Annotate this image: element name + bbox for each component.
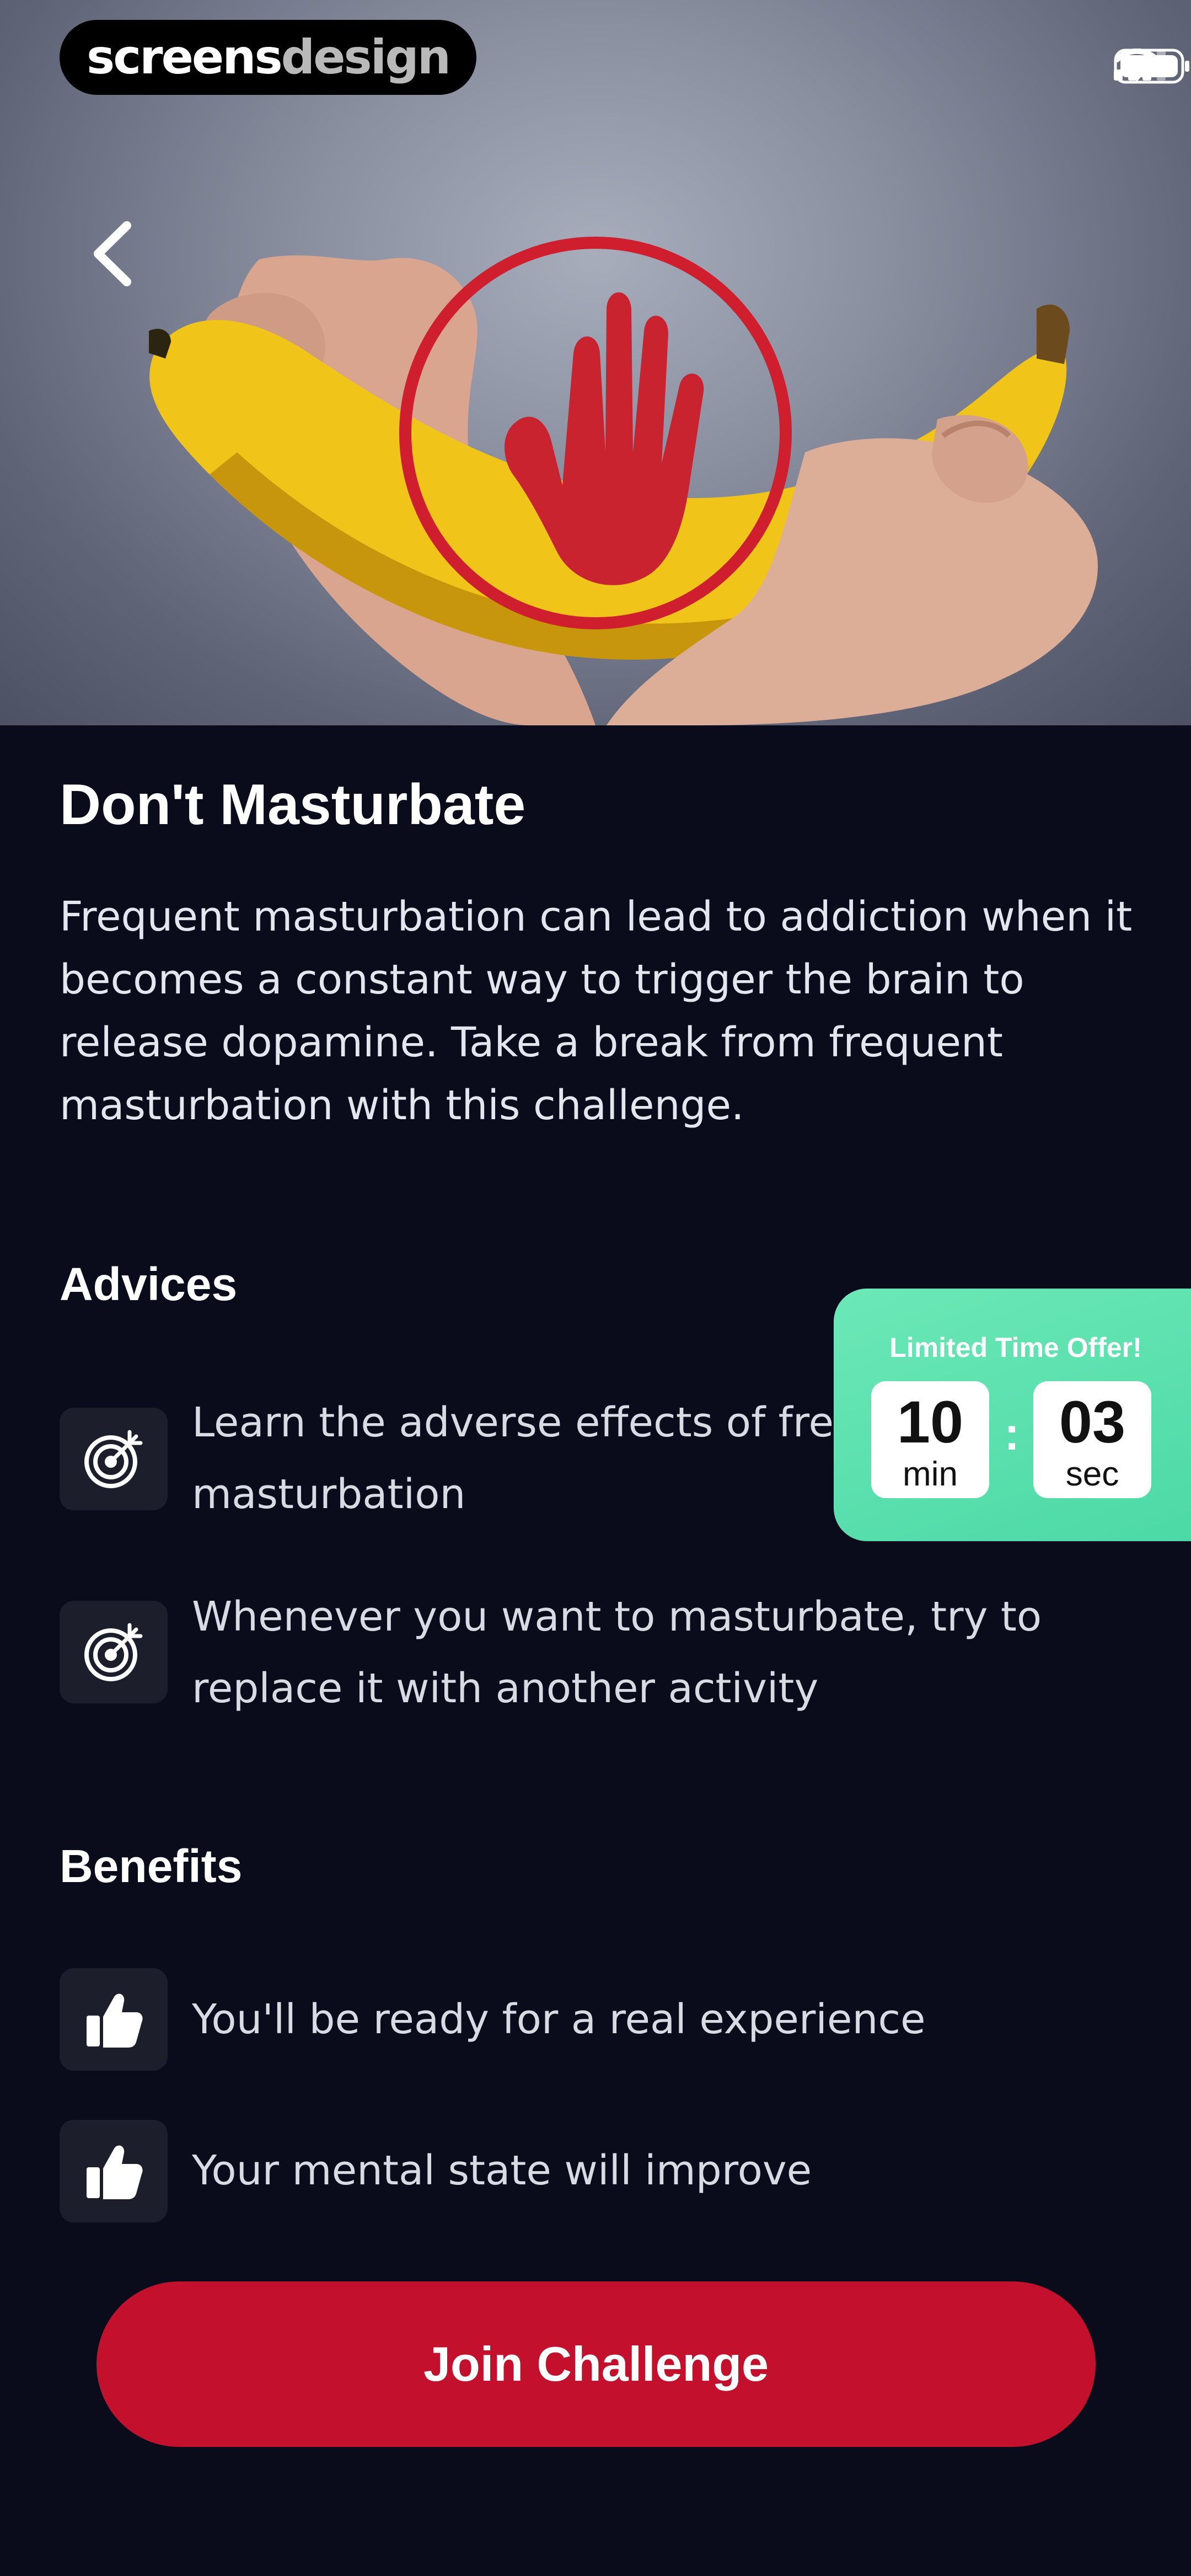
brand-logo: screens design (60, 20, 476, 95)
seconds-box: 03 sec (1033, 1381, 1151, 1498)
advices-title: Advices (60, 1258, 238, 1310)
join-challenge-button[interactable]: Join Challenge (96, 2281, 1096, 2447)
hero-image: screens design (0, 0, 1191, 725)
advice-icon-box (60, 1408, 168, 1510)
benefit-item-text: Your mental state will improve (192, 2147, 812, 2194)
minutes-box: 10 min (871, 1381, 989, 1498)
limited-offer-banner[interactable]: Limited Time Offer! 10 min : 03 sec (834, 1289, 1191, 1541)
seconds-value: 03 (1059, 1388, 1126, 1455)
benefits-title: Benefits (60, 1840, 243, 1892)
challenge-description: Frequent masturbation can lead to addict… (60, 893, 1133, 1129)
brand-part-2: design (281, 30, 451, 85)
benefit-icon-box (60, 2120, 168, 2222)
target-icon (84, 1623, 143, 1681)
target-icon (84, 1430, 143, 1488)
timer-separator: : (1004, 1408, 1020, 1460)
thumbs-up-icon (87, 2145, 143, 2199)
brand-part-1: screens (87, 30, 283, 85)
minutes-value: 10 (897, 1388, 964, 1455)
chevron-left-icon (94, 221, 131, 286)
benefit-icon-box (60, 1968, 168, 2071)
banana-hands-illustration (149, 237, 1098, 725)
back-button[interactable] (83, 218, 143, 290)
challenge-title: Don't Masturbate (60, 773, 526, 837)
advice-icon-box (60, 1601, 168, 1703)
offer-title: Limited Time Offer! (889, 1332, 1142, 1363)
thumbs-up-icon (87, 1994, 143, 2048)
minutes-label: min (903, 1455, 958, 1493)
benefit-item-text: You'll be ready for a real experience (192, 1996, 926, 2043)
advice-item-text: Whenever you want to masturbate, try to … (192, 1593, 1042, 1712)
seconds-label: sec (1065, 1455, 1119, 1493)
battery-icon (1114, 49, 1189, 84)
